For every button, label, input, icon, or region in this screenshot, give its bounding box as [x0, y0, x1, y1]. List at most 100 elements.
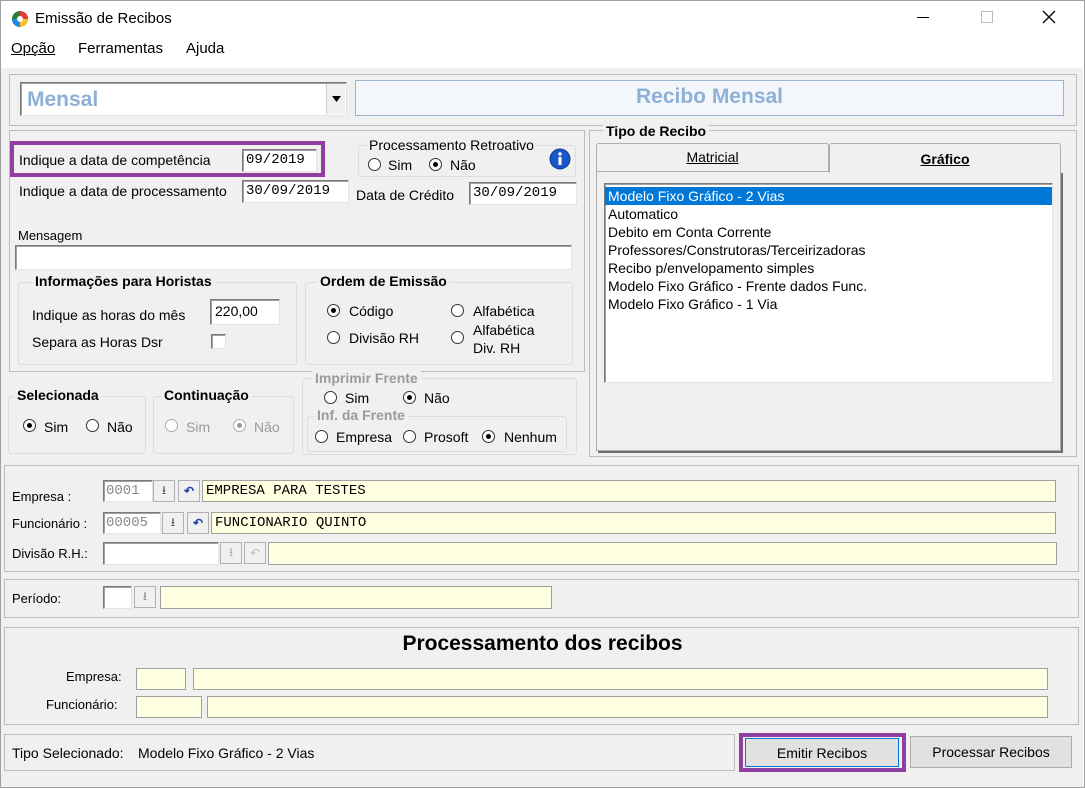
- periodo-label: Período:: [12, 591, 62, 606]
- tipo-selecionado-label: Tipo Selecionado:: [12, 745, 124, 761]
- app-logo-icon: [12, 11, 28, 27]
- empresa-undo-button[interactable]: ↶: [178, 480, 200, 502]
- title-bar: Emissão de Recibos: [1, 1, 1083, 35]
- imprimir-nao-radio[interactable]: [403, 391, 416, 404]
- retroativo-title: Processamento Retroativo: [367, 137, 536, 153]
- continuacao-nao-label: Não: [254, 419, 280, 435]
- inf-nenhum-label: Nenhum: [504, 429, 557, 445]
- funcionario-code-input[interactable]: 00005: [103, 512, 161, 534]
- proc-empresa-label: Empresa:: [66, 669, 122, 684]
- inf-nenhum-radio[interactable]: [482, 430, 495, 443]
- retroativo-sim-label: Sim: [388, 157, 413, 173]
- undo-icon: ↶: [192, 516, 204, 530]
- retroativo-sim-radio[interactable]: [368, 158, 381, 171]
- divisao-code-input[interactable]: [103, 542, 219, 565]
- chevron-down-icon: [332, 96, 341, 102]
- separa-dsr-label: Separa as Horas Dsr: [32, 334, 163, 350]
- window-title: Emissão de Recibos: [35, 10, 172, 27]
- selecionada-title: Selecionada: [14, 387, 102, 403]
- period-type-select[interactable]: Mensal: [20, 82, 347, 116]
- dropdown-button[interactable]: [326, 84, 345, 114]
- imprimir-sim-label: Sim: [345, 390, 370, 406]
- info-icon[interactable]: [549, 148, 571, 170]
- empresa-label: Empresa :: [12, 489, 72, 504]
- continuacao-sim-radio[interactable]: [165, 419, 178, 432]
- ordem-codigo-label: Código: [349, 303, 394, 319]
- continuacao-title: Continuação: [161, 387, 252, 403]
- list-item[interactable]: Professores/Construtoras/Terceirizadoras: [605, 241, 1052, 259]
- menu-opcao[interactable]: Opção: [11, 40, 55, 57]
- menu-ajuda[interactable]: Ajuda: [186, 40, 224, 57]
- inf-frente-title: Inf. da Frente: [314, 407, 408, 423]
- credito-label: Data de Crédito: [356, 187, 455, 203]
- proc-funcionario-name: [207, 696, 1048, 718]
- mensagem-label: Mensagem: [18, 228, 83, 243]
- imprimir-frente-title: Imprimir Frente: [312, 370, 421, 386]
- emitir-highlight: [739, 733, 906, 772]
- list-item[interactable]: Recibo p/envelopamento simples: [605, 259, 1052, 277]
- menu-ferramentas[interactable]: Ferramentas: [78, 40, 163, 57]
- funcionario-undo-button[interactable]: ↶: [187, 512, 209, 534]
- selecionada-sim-radio[interactable]: [23, 419, 36, 432]
- ordem-alfabetica-div-radio[interactable]: [451, 331, 464, 344]
- separa-dsr-checkbox[interactable]: [211, 334, 226, 349]
- continuacao-sim-label: Sim: [186, 419, 211, 435]
- ordem-alfabetica-div-label-2: Div. RH: [473, 340, 521, 356]
- receipt-title: Recibo Mensal: [635, 85, 784, 108]
- empresa-code-input[interactable]: 0001: [103, 480, 153, 502]
- divisao-lookup-button[interactable]: ⭳: [220, 542, 242, 564]
- retroativo-nao-radio[interactable]: [429, 158, 442, 171]
- tipo-recibo-title: Tipo de Recibo: [603, 123, 710, 139]
- empresa-lookup-button[interactable]: ⭳: [153, 480, 175, 502]
- tab-grafico[interactable]: Gráfico: [829, 143, 1061, 173]
- processamento-input[interactable]: 30/09/2019: [242, 180, 349, 203]
- periodo-lookup-button[interactable]: ⭳: [134, 586, 156, 608]
- horas-label: Indique as horas do mês: [32, 307, 186, 323]
- funcionario-lookup-button[interactable]: ⭳: [162, 512, 184, 534]
- horas-input[interactable]: 220,00: [210, 299, 280, 325]
- mensagem-input[interactable]: [15, 245, 572, 270]
- processar-recibos-button[interactable]: Processar Recibos: [910, 736, 1072, 768]
- proc-empresa-code: [136, 668, 186, 690]
- list-item[interactable]: Automatico: [605, 205, 1052, 223]
- close-icon[interactable]: [1042, 10, 1056, 24]
- proc-funcionario-label: Funcionário:: [46, 697, 118, 712]
- receipt-title-box: Recibo Mensal: [355, 80, 1064, 116]
- minimize-icon[interactable]: [917, 17, 929, 18]
- proc-empresa-name: [193, 668, 1048, 690]
- periodo-name-field: [160, 586, 552, 609]
- inf-prosoft-radio[interactable]: [403, 430, 416, 443]
- list-item[interactable]: Modelo Fixo Gráfico - 2 Vias: [605, 187, 1052, 205]
- continuacao-nao-radio[interactable]: [233, 419, 246, 432]
- imprimir-sim-radio[interactable]: [324, 391, 337, 404]
- ordem-codigo-radio[interactable]: [327, 304, 340, 317]
- list-item[interactable]: Modelo Fixo Gráfico - 1 Via: [605, 295, 1052, 313]
- inf-empresa-radio[interactable]: [315, 430, 328, 443]
- selecionada-nao-radio[interactable]: [86, 419, 99, 432]
- imprimir-nao-label: Não: [424, 390, 450, 406]
- ordem-divisao-radio[interactable]: [327, 331, 340, 344]
- ordem-alfabetica-label: Alfabética: [473, 303, 535, 319]
- tipo-recibo-list[interactable]: Modelo Fixo Gráfico - 2 Vias Automatico …: [604, 183, 1053, 383]
- inf-empresa-label: Empresa: [336, 429, 393, 445]
- maximize-icon[interactable]: [981, 11, 993, 23]
- empresa-name-field: EMPRESA PARA TESTES: [202, 480, 1056, 502]
- ordem-alfabetica-radio[interactable]: [451, 304, 464, 317]
- funcionario-label: Funcionário :: [12, 516, 88, 531]
- periodo-code-input[interactable]: [103, 586, 132, 609]
- inf-prosoft-label: Prosoft: [424, 429, 469, 445]
- retroativo-nao-label: Não: [450, 157, 476, 173]
- divisao-undo-button[interactable]: ↶: [244, 542, 266, 564]
- tab-matricial[interactable]: Matricial: [596, 143, 829, 171]
- download-icon: ⭳: [170, 514, 176, 529]
- download-icon: ⭳: [161, 482, 167, 497]
- ordem-title: Ordem de Emissão: [317, 273, 450, 289]
- ordem-divisao-label: Divisão RH: [349, 330, 420, 346]
- download-icon: ⭳: [142, 588, 148, 603]
- tab-grafico-label: Gráfico: [920, 151, 970, 167]
- divisao-label: Divisão R.H.:: [12, 546, 88, 561]
- list-item[interactable]: Modelo Fixo Gráfico - Frente dados Func.: [605, 277, 1052, 295]
- horistas-title: Informações para Horistas: [32, 273, 215, 289]
- list-item[interactable]: Debito em Conta Corrente: [605, 223, 1052, 241]
- credito-input[interactable]: 30/09/2019: [469, 182, 577, 205]
